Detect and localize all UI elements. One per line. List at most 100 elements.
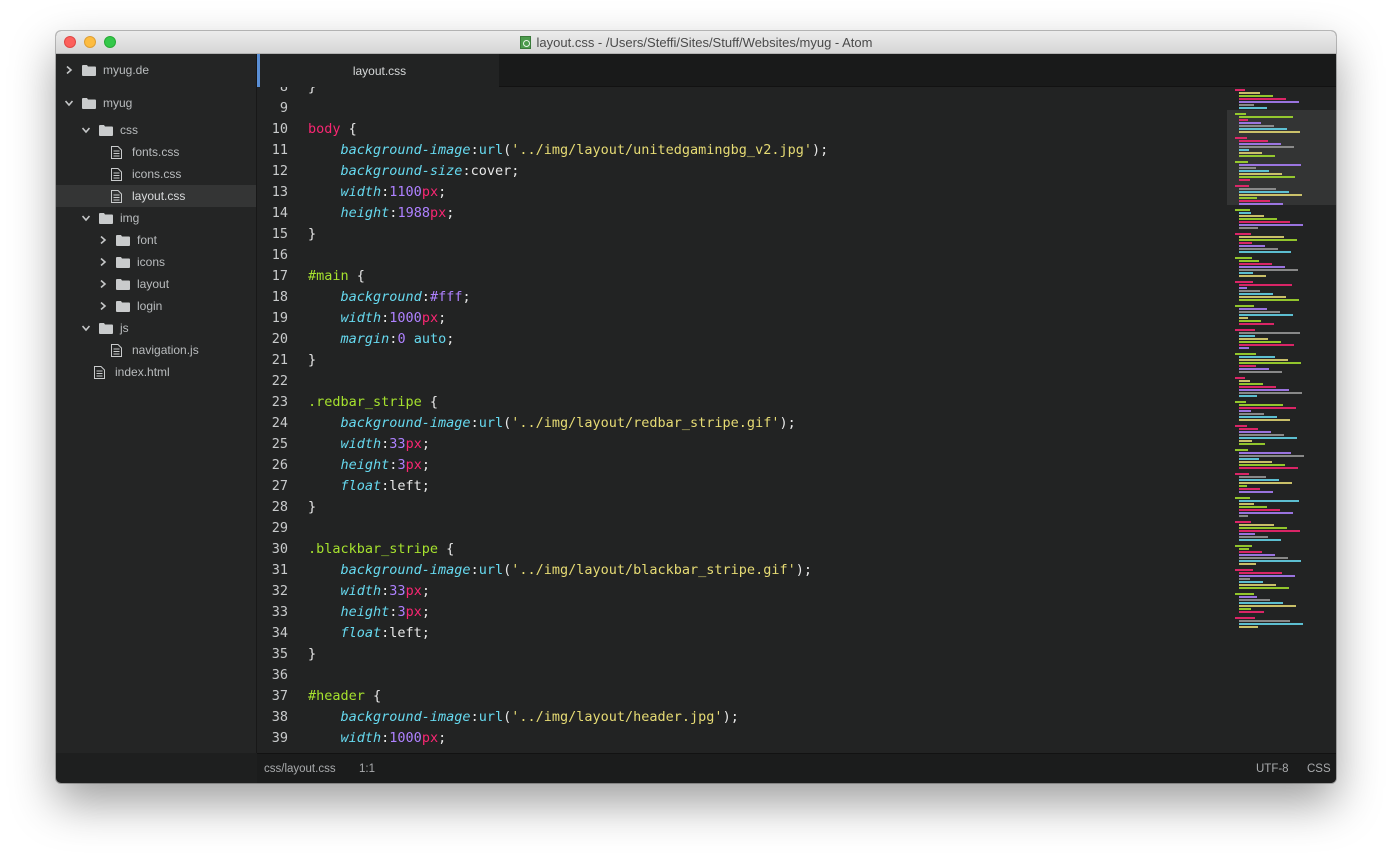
code-line[interactable]: float:left;	[308, 623, 430, 644]
minimap-line	[1239, 509, 1280, 511]
chevron-right-icon[interactable]	[98, 235, 108, 245]
code-line[interactable]: }	[308, 224, 316, 245]
code-line[interactable]: margin:0 auto;	[308, 329, 455, 350]
line-number[interactable]: 37	[257, 686, 288, 707]
chevron-down-icon[interactable]	[81, 213, 91, 223]
line-number[interactable]: 36	[257, 665, 288, 686]
line-number[interactable]: 38	[257, 707, 288, 728]
line-number[interactable]: 19	[257, 308, 288, 329]
chevron-right-icon[interactable]	[64, 65, 74, 75]
code-line[interactable]: width:1000px;	[308, 308, 447, 329]
code-token: }	[308, 352, 317, 368]
tree-folder-img[interactable]: img	[56, 207, 256, 229]
code-line[interactable]: width:1100px;	[308, 182, 447, 203]
code-line[interactable]: background-image:url('../img/layout/redb…	[308, 413, 796, 434]
status-encoding[interactable]: UTF-8	[1256, 754, 1289, 783]
code-line[interactable]: .blackbar_stripe {	[308, 539, 454, 560]
code-line[interactable]: height:1988px;	[308, 203, 455, 224]
status-file-path[interactable]: css/layout.css	[264, 754, 336, 783]
line-number[interactable]: 28	[257, 497, 288, 518]
line-number[interactable]: 16	[257, 245, 288, 266]
code-line[interactable]: width:33px;	[308, 581, 430, 602]
line-number[interactable]: 29	[257, 518, 288, 539]
line-number[interactable]: 21	[257, 350, 288, 371]
line-number[interactable]: 17	[257, 266, 288, 287]
code-line[interactable]: background-image:url('../img/layout/unit…	[308, 140, 829, 161]
line-number[interactable]: 14	[257, 203, 288, 224]
code-line[interactable]: background-size:cover;	[308, 161, 520, 182]
code-line[interactable]: }	[308, 497, 316, 518]
tree-folder-layout[interactable]: layout	[56, 273, 256, 295]
status-grammar[interactable]: CSS	[1307, 754, 1331, 783]
code-line[interactable]: body {	[308, 119, 357, 140]
line-number[interactable]: 27	[257, 476, 288, 497]
line-number[interactable]: 25	[257, 434, 288, 455]
line-number[interactable]: 35	[257, 644, 288, 665]
tree-file-layout-css[interactable]: layout.css	[56, 185, 256, 207]
line-number[interactable]: 9	[257, 98, 288, 119]
code-line[interactable]: }	[308, 350, 316, 371]
line-number[interactable]: 13	[257, 182, 288, 203]
line-number[interactable]: 11	[257, 140, 288, 161]
code-line[interactable]: background:#fff;	[308, 287, 471, 308]
code-line[interactable]: }	[308, 87, 316, 98]
tree-file-index-html[interactable]: index.html	[56, 361, 256, 383]
line-number[interactable]: 22	[257, 371, 288, 392]
code-line[interactable]: #header {	[308, 686, 381, 707]
code-line[interactable]: #main {	[308, 266, 365, 287]
code-line[interactable]: background-image:url('../img/layout/blac…	[308, 560, 812, 581]
line-number[interactable]: 24	[257, 413, 288, 434]
code-area[interactable]: } body { background-image:url('../img/lay…	[308, 87, 1208, 753]
minimap-line	[1239, 311, 1280, 313]
chevron-down-icon[interactable]	[81, 323, 91, 333]
line-number[interactable]: 12	[257, 161, 288, 182]
line-number[interactable]: 39	[257, 728, 288, 749]
line-number[interactable]: 15	[257, 224, 288, 245]
line-number[interactable]: 10	[257, 119, 288, 140]
code-line[interactable]: width:33px;	[308, 434, 430, 455]
status-cursor-position[interactable]: 1:1	[359, 754, 375, 783]
code-token: :	[470, 709, 479, 725]
line-number[interactable]: 34	[257, 623, 288, 644]
code-line[interactable]: float:left;	[308, 476, 430, 497]
line-number[interactable]: 23	[257, 392, 288, 413]
tree-folder-css[interactable]: css	[56, 119, 256, 141]
line-number[interactable]: 31	[257, 560, 288, 581]
chevron-down-icon[interactable]	[81, 125, 91, 135]
tree-folder-font[interactable]: font	[56, 229, 256, 251]
minimap[interactable]	[1227, 87, 1336, 753]
line-number[interactable]: 8	[257, 87, 288, 98]
tree-file-icons-css[interactable]: icons.css	[56, 163, 256, 185]
tree-folder-js[interactable]: js	[56, 317, 256, 339]
code-token: px	[421, 184, 439, 200]
tree-folder-icons[interactable]: icons	[56, 251, 256, 273]
chevron-down-icon[interactable]	[64, 98, 74, 108]
code-line[interactable]: background-image:url('../img/layout/head…	[308, 707, 739, 728]
code-line[interactable]: height:3px;	[308, 455, 430, 476]
tree-view[interactable]: myug.de myug css fonts.css icons.css layout.c…	[56, 54, 257, 753]
chevron-right-icon[interactable]	[98, 257, 108, 267]
minimap-line	[1239, 554, 1275, 556]
tree-file-navigation-js[interactable]: navigation.js	[56, 339, 256, 361]
line-number[interactable]: 32	[257, 581, 288, 602]
text-editor[interactable]: 8 9 10 11 12 13 14 15 16 17 18 19 20 21 22 23 24 25 26 27 28…	[257, 87, 1336, 753]
line-number[interactable]: 30	[257, 539, 288, 560]
code-line[interactable]: height:3px;	[308, 602, 430, 623]
code-line[interactable]: }	[308, 644, 316, 665]
document-proxy-icon[interactable]	[519, 36, 531, 49]
tree-folder-myug[interactable]: myug	[56, 92, 256, 114]
code-line[interactable]: .redbar_stripe {	[308, 392, 438, 413]
chevron-right-icon[interactable]	[98, 279, 108, 289]
tab-layout-css[interactable]: layout.css	[257, 54, 499, 87]
tree-folder-myug-de[interactable]: myug.de	[56, 59, 256, 81]
tree-folder-login[interactable]: login	[56, 295, 256, 317]
line-number[interactable]: 18	[257, 287, 288, 308]
tree-file-fonts-css[interactable]: fonts.css	[56, 141, 256, 163]
line-number[interactable]: 26	[257, 455, 288, 476]
line-number[interactable]: 20	[257, 329, 288, 350]
line-number-gutter[interactable]: 8 9 10 11 12 13 14 15 16 17 18 19 20 21 22 23 24 25 26 27 28…	[257, 87, 297, 753]
code-line[interactable]: width:1000px;	[308, 728, 447, 749]
chevron-right-icon[interactable]	[98, 301, 108, 311]
line-number[interactable]: 33	[257, 602, 288, 623]
